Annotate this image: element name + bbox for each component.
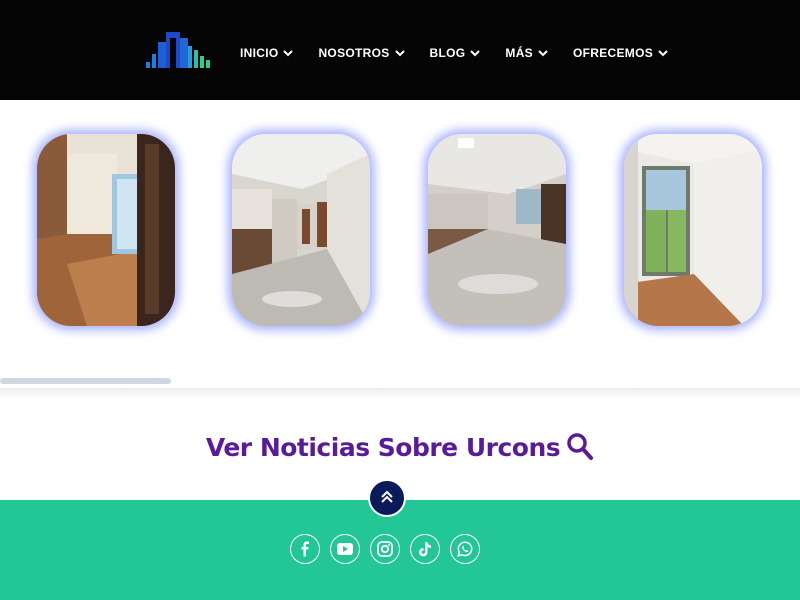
- instagram-icon[interactable]: [370, 534, 400, 564]
- tiktok-icon[interactable]: [410, 534, 440, 564]
- gallery-photo-4[interactable]: [624, 134, 762, 326]
- scroll-to-top-button[interactable]: [368, 479, 406, 517]
- building-logo-icon[interactable]: [144, 28, 216, 70]
- search-icon[interactable]: [566, 432, 594, 462]
- main-nav: INICIO NOSOTROS BLOG MÁS OFRECEMOS: [240, 42, 693, 64]
- chevron-down-icon: [469, 47, 481, 59]
- chevron-down-icon: [394, 47, 406, 59]
- gallery-photo-3[interactable]: [428, 134, 566, 326]
- nav-item-blog[interactable]: BLOG: [430, 42, 482, 64]
- gallery-photo-1[interactable]: [37, 134, 175, 326]
- facebook-icon[interactable]: [290, 534, 320, 564]
- nav-item-label: NOSOTROS: [318, 46, 390, 60]
- nav-item-mas[interactable]: MÁS: [505, 42, 549, 64]
- chevron-down-icon: [657, 47, 669, 59]
- nav-item-ofrecemos[interactable]: OFRECEMOS: [573, 42, 669, 64]
- nav-item-label: BLOG: [429, 46, 466, 60]
- nav-item-inicio[interactable]: INICIO: [240, 42, 294, 64]
- nav-item-nosotros[interactable]: NOSOTROS: [318, 42, 405, 64]
- nav-item-label: OFRECEMOS: [573, 46, 654, 60]
- gallery-photo-2[interactable]: [232, 134, 370, 326]
- site-header: INICIO NOSOTROS BLOG MÁS OFRECEMOS: [0, 0, 800, 100]
- chevron-down-icon: [537, 47, 549, 59]
- youtube-icon[interactable]: [330, 534, 360, 564]
- nav-item-label: MÁS: [505, 46, 533, 60]
- whatsapp-icon[interactable]: [450, 534, 480, 564]
- news-link[interactable]: Ver Noticias Sobre Urcons: [0, 432, 800, 462]
- double-chevron-up-icon: [379, 488, 395, 508]
- news-title[interactable]: Ver Noticias Sobre Urcons: [206, 433, 561, 462]
- nav-item-label: INICIO: [240, 46, 279, 60]
- section-divider: [0, 388, 800, 398]
- photo-carousel: [0, 100, 800, 390]
- chevron-down-icon: [282, 47, 294, 59]
- social-links: [290, 534, 490, 564]
- carousel-scrollbar[interactable]: [0, 378, 171, 384]
